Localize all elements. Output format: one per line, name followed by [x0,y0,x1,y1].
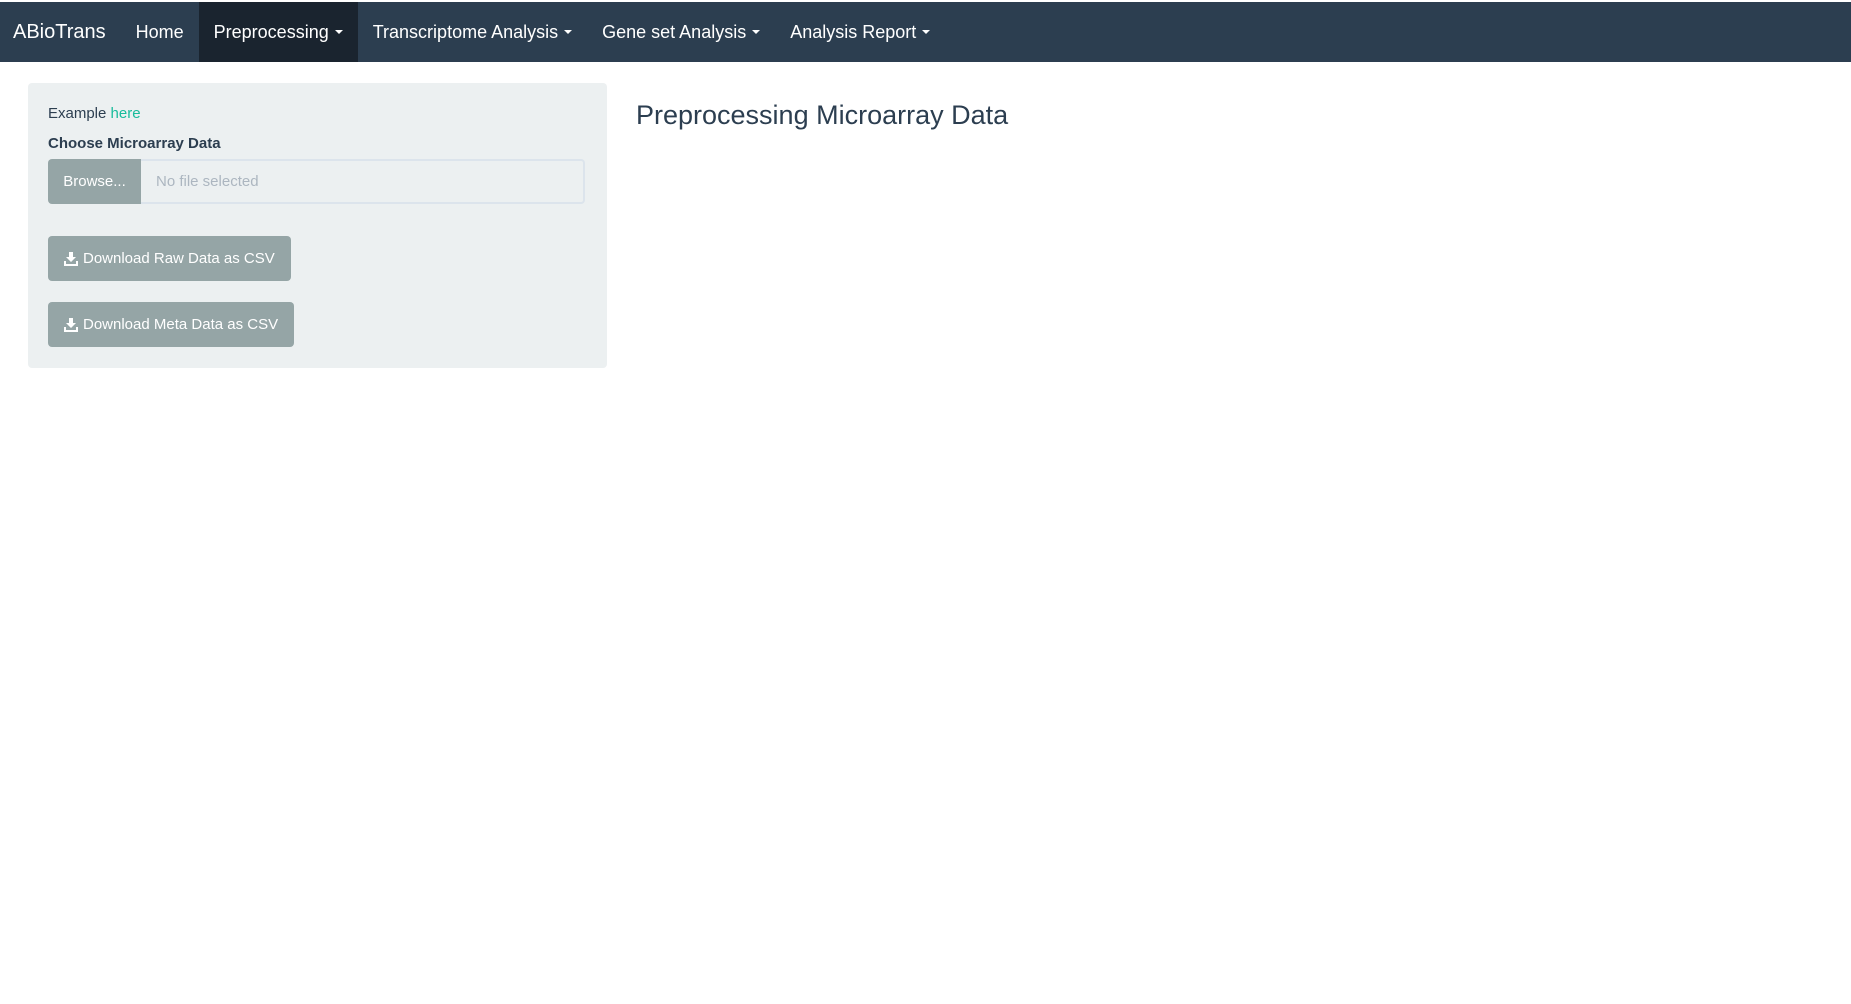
download-raw-data-label: Download Raw Data as CSV [83,250,275,267]
example-link[interactable]: here [111,105,141,122]
file-input-label: Choose Microarray Data [48,135,221,152]
nav-transcriptome-analysis-dropdown[interactable]: Transcriptome Analysis [358,2,587,62]
browse-button[interactable]: Browse... [48,159,141,204]
file-name-field[interactable]: No file selected [141,159,585,204]
sidebar-panel: Example here Choose Microarray Data Brow… [28,83,607,368]
top-navbar: ABioTrans Home Preprocessing Transcripto… [0,2,1851,62]
download-meta-data-label: Download Meta Data as CSV [83,316,279,333]
caret-down-icon [752,30,761,34]
nav-preprocessing-label: Preprocessing [213,21,329,42]
nav-preprocessing-dropdown[interactable]: Preprocessing [198,2,358,62]
file-upload-group: Browse... No file selected [48,159,585,204]
example-line: Example here [48,105,587,122]
nav-analysis-report-label: Analysis Report [790,21,917,42]
caret-down-icon [334,30,343,34]
caret-down-icon [922,30,931,34]
brand-link[interactable]: ABioTrans [0,2,121,62]
download-raw-data-button[interactable]: Download Raw Data as CSV [48,236,291,281]
page-title: Preprocessing Microarray Data [636,100,1009,130]
download-icon [64,317,78,332]
caret-down-icon [564,30,573,34]
download-meta-data-button[interactable]: Download Meta Data as CSV [48,302,295,347]
nav-home[interactable]: Home [121,2,199,62]
example-prefix: Example [48,105,107,122]
download-icon [64,251,78,266]
nav-transcriptome-analysis-label: Transcriptome Analysis [372,21,559,42]
nav-gene-set-analysis-dropdown[interactable]: Gene set Analysis [587,2,775,62]
nav-home-label: Home [135,21,184,42]
nav-analysis-report-dropdown[interactable]: Analysis Report [775,2,945,62]
nav-gene-set-analysis-label: Gene set Analysis [602,21,747,42]
